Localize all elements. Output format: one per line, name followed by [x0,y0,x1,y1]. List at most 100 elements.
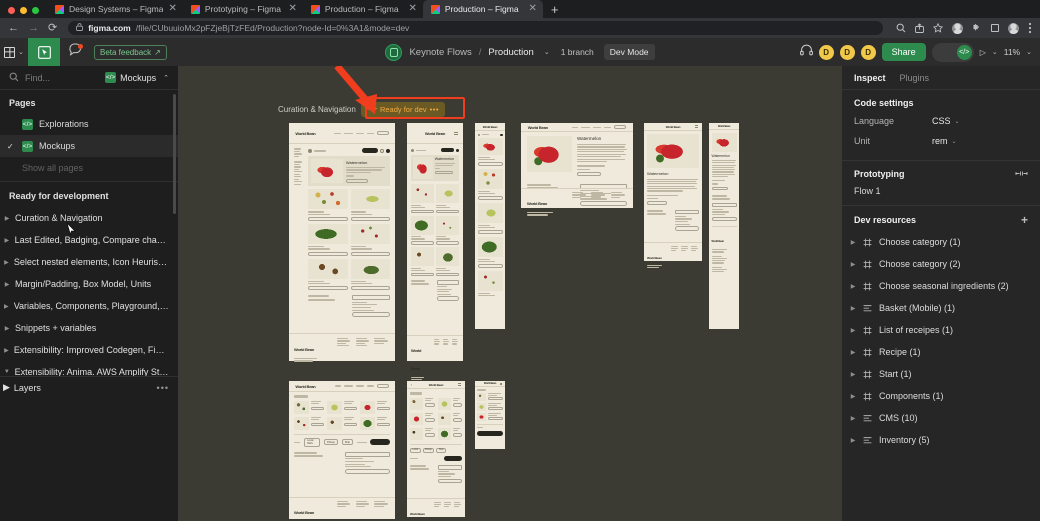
mockup-frame-tablet-basket[interactable]: ‹ World Bean Local Pickup Ship World Bea… [407,381,465,517]
page-item-show-all-pages[interactable]: Show all pages [0,157,178,179]
design-canvas[interactable]: Curation & Navigation </> Ready for dev … [179,66,841,521]
chevron-right-icon[interactable]: ▶ [3,347,10,354]
mockup-frame-desktop-recipe[interactable]: World Bean Watermelon World Bean [521,123,633,216]
breadcrumb-team[interactable]: Keynote Flows [409,47,471,58]
tab-plugins[interactable]: Plugins [900,73,930,83]
chevron-right-icon[interactable]: ▶ [850,437,856,444]
sidebar-item-curation-navigation[interactable]: ▶ Curation & Navigation [0,207,178,229]
branch-label[interactable]: 1 branch [561,47,594,57]
avatar[interactable]: D [860,44,876,60]
browser-tab-2[interactable]: Prototyping – Figma ✕ [183,0,303,18]
chevron-right-icon[interactable]: ▶ [3,303,10,310]
menu-kebab-icon[interactable] [1028,22,1032,34]
reload-icon[interactable]: ⟳ [48,22,57,34]
mockup-frame-mobile-recipe[interactable]: World Bean Watermelon World Bean [709,123,739,329]
unit-select[interactable]: rem ⌄ [932,136,957,146]
dev-resource-item[interactable]: ▶ Recipe (1) [842,341,1040,363]
chevron-right-icon[interactable]: ▶ [850,349,856,356]
new-tab-button[interactable]: + [543,3,567,18]
chevron-right-icon[interactable]: ▶ [850,261,856,268]
side-panel-icon[interactable] [991,24,999,32]
chevron-right-icon[interactable]: ▶ [3,259,10,266]
avatar[interactable]: D [818,44,834,60]
dev-resource-item[interactable]: ▶ Components (1) [842,385,1040,407]
chevron-right-icon[interactable]: ▶ [3,382,10,393]
dev-resource-item[interactable]: ▶ Basket (Mobile) (1) [842,297,1040,319]
bookmark-star-icon[interactable] [933,23,943,33]
mockup-frame-tablet-produce[interactable]: World Bean Watermelon World Bean [407,123,463,380]
chevron-down-icon[interactable]: ⌄ [544,48,550,56]
comment-tool-button[interactable] [60,38,90,66]
chevron-right-icon[interactable]: ▶ [3,281,11,288]
chevron-right-icon[interactable]: ▶ [850,283,856,290]
breadcrumb-file[interactable]: Production [488,47,533,58]
page-item-explorations[interactable]: </> Explorations [0,113,178,135]
address-bar[interactable]: figma.com/file/CUbuuioMx2pFZjeBjTzFEd/Pr… [68,21,883,35]
mockup-frame-desktop-produce[interactable]: World Bean Watermelon World Bean [289,123,395,362]
chevron-down-icon[interactable]: ▼ [3,369,11,375]
sidebar-item-select-nested-elements[interactable]: ▶ Select nested elements, Icon Heuristic… [0,251,178,273]
chevron-right-icon[interactable]: ▶ [3,325,11,332]
chevron-right-icon[interactable]: ▶ [850,239,856,246]
browser-tab-3[interactable]: Production – Figma ✕ [303,0,423,18]
language-select[interactable]: CSS ⌄ [932,116,960,126]
minimize-window-button[interactable] [20,7,27,14]
page-selector-button[interactable]: </> Mockups ⌃ [105,72,169,83]
dev-resource-item[interactable]: ▶ Choose category (1) [842,231,1040,253]
dev-resource-item[interactable]: ▶ Choose seasonal ingredients (2) [842,275,1040,297]
close-icon[interactable]: ✕ [528,4,536,14]
chevron-right-icon[interactable]: ▶ [850,305,856,312]
dev-resource-item[interactable]: ▶ CMS (10) [842,407,1040,429]
headphones-icon[interactable] [799,43,813,61]
zoom-level-button[interactable]: 11% ⌄ [1004,47,1032,57]
present-button[interactable]: ▷ ⌄ [980,48,998,57]
sidebar-item-last-edited[interactable]: ▶ Last Edited, Badging, Compare changes [0,229,178,251]
search-input[interactable]: Find... [25,73,99,83]
mockup-frame-tablet-recipe[interactable]: World Bean Watermelon World Bean [644,123,702,269]
close-icon[interactable]: ✕ [408,4,416,14]
figma-main-menu-button[interactable]: ⌄ [0,38,28,66]
extension-avatar-icon[interactable] [952,22,963,34]
share-button[interactable]: Share [881,43,926,61]
sidebar-item-margin-padding[interactable]: ▶ Margin/Padding, Box Model, Units [0,273,178,295]
layers-more-icon[interactable]: ••• [157,383,169,393]
plus-icon[interactable]: + [1021,214,1028,226]
dev-resource-item[interactable]: ▶ List of receipes (1) [842,319,1040,341]
close-icon[interactable]: ✕ [168,4,176,14]
sidebar-item-extensibility-codegen[interactable]: ▶ Extensibility: Improved Codegen, Figma… [0,339,178,361]
browser-tab-4-active[interactable]: Production – Figma ✕ [422,0,543,18]
chevron-right-icon[interactable]: ▶ [850,371,856,378]
mockup-frame-mobile-produce[interactable]: World Bean [475,123,505,329]
dev-mode-toggle[interactable]: </> [931,42,974,62]
avatar[interactable]: D [839,44,855,60]
sidebar-item-variables-components[interactable]: ▶ Variables, Components, Playground, Dev… [0,295,178,317]
mockup-frame-mobile-basket[interactable]: World Bean [475,381,505,449]
extension-puzzle-icon[interactable] [972,23,982,33]
move-tool-button[interactable] [28,38,60,66]
tab-inspect[interactable]: Inspect [854,73,886,83]
dev-resource-item[interactable]: ▶ Choose category (2) [842,253,1040,275]
chevron-right-icon[interactable]: ▶ [850,415,856,422]
close-window-button[interactable] [8,7,15,14]
chevron-right-icon[interactable]: ▶ [850,327,856,334]
forward-icon[interactable]: → [28,22,39,34]
flow-connector-icon[interactable] [1015,169,1028,179]
sidebar-item-snippets-variables[interactable]: ▶ Snippets + variables [0,317,178,339]
dev-resource-item[interactable]: ▶ Start (1) [842,363,1040,385]
sidebar-scrollbar[interactable] [173,94,176,214]
page-item-mockups[interactable]: ✓ </> Mockups [0,135,178,157]
mockup-frame-desktop-basket[interactable]: World Bean Local Deliv Pickup Ship World… [289,381,395,519]
profile-avatar-icon[interactable] [1008,22,1019,34]
sidebar-item-ready-for-development[interactable]: Ready for development [0,185,178,207]
chevron-right-icon[interactable]: ▶ [3,215,11,222]
chevron-right-icon[interactable]: ▶ [3,237,11,244]
beta-feedback-button[interactable]: Beta feedback ↗ [94,44,167,60]
browser-tab-1[interactable]: Design Systems – Figma ✕ [47,0,183,18]
chevron-right-icon[interactable]: ▶ [850,393,856,400]
prototyping-flow-item[interactable]: Flow 1 [842,182,1040,196]
back-icon[interactable]: ← [8,22,19,34]
search-icon[interactable] [896,23,906,33]
share-icon[interactable] [915,23,924,33]
team-avatar[interactable] [385,43,403,61]
maximize-window-button[interactable] [32,7,39,14]
